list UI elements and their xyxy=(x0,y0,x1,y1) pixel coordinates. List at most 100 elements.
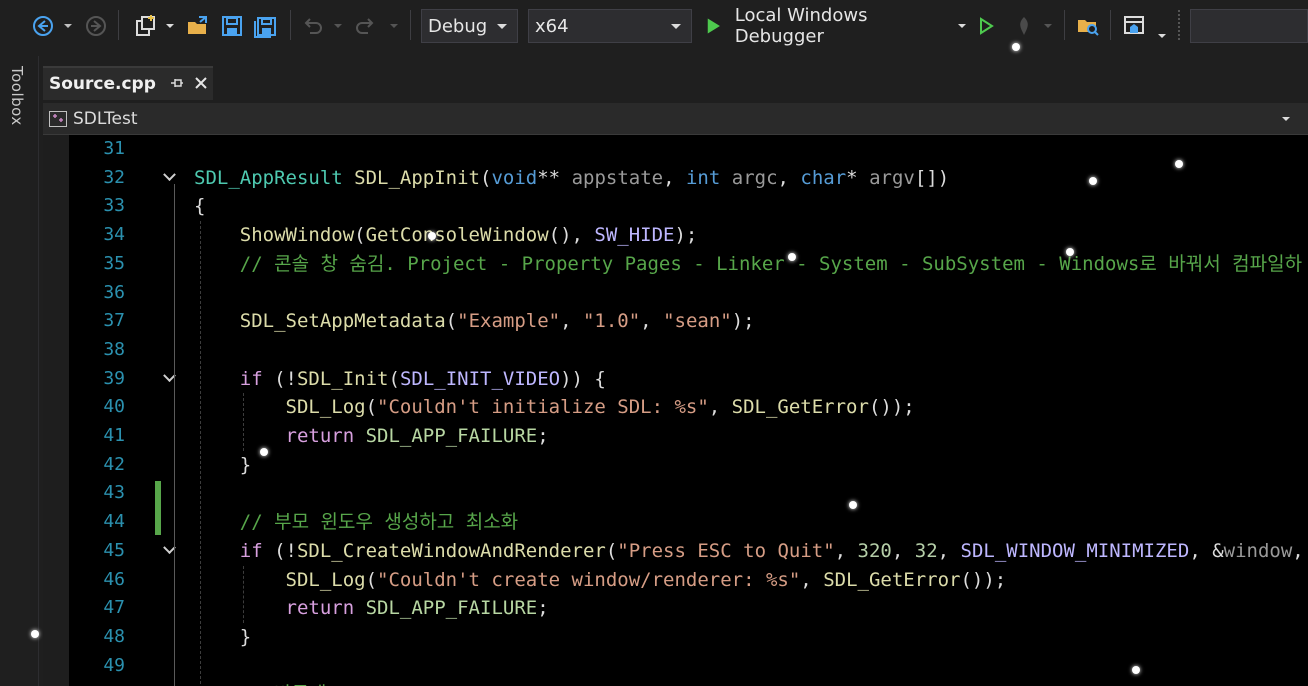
back-icon[interactable] xyxy=(30,6,56,46)
chevron-down-icon xyxy=(671,23,681,29)
configuration-dropdown[interactable]: Debug xyxy=(421,9,518,43)
line-number: 32 xyxy=(103,166,125,188)
code-line[interactable]: 46 SDL_Log("Couldn't create window/rende… xyxy=(43,566,1308,595)
close-icon[interactable] xyxy=(194,75,208,94)
forward-icon[interactable] xyxy=(84,6,108,46)
line-number: 34 xyxy=(103,224,125,246)
code-line[interactable]: 48 } xyxy=(43,623,1308,652)
new-project-icon[interactable] xyxy=(132,6,160,46)
snow-dot xyxy=(849,501,857,509)
undo-icon[interactable] xyxy=(300,6,326,46)
code-line[interactable]: 34 ShowWindow(GetConsoleWindow(), SW_HID… xyxy=(43,221,1308,250)
code-line[interactable]: 37 SDL_SetAppMetadata("Example", "1.0", … xyxy=(43,307,1308,336)
open-file-icon[interactable] xyxy=(184,6,212,46)
hot-reload-icon[interactable] xyxy=(1010,6,1038,46)
chevron-down-icon xyxy=(958,24,966,28)
code-line[interactable]: 31 xyxy=(43,135,1308,164)
redo-dropdown-icon[interactable] xyxy=(388,6,400,46)
toolbar-separator xyxy=(1064,10,1065,40)
code-text: // 바둑맨 코드 xyxy=(194,680,373,686)
code-editor[interactable]: 31 32 SDL_AppResult SDL_AppInit(void** app… xyxy=(43,135,1308,686)
pin-icon[interactable] xyxy=(170,75,184,94)
document-tab-bar: Source.cpp xyxy=(43,66,1308,100)
indent-guide xyxy=(243,393,244,451)
code-text: SDL_Log("Couldn't initialize SDL: %s", S… xyxy=(285,396,915,419)
undo-dropdown-icon[interactable] xyxy=(332,6,344,46)
line-number: 38 xyxy=(103,338,125,360)
toolbox-tab[interactable]: Toolbox xyxy=(8,66,26,126)
snow-dot xyxy=(1175,160,1183,168)
snow-dot xyxy=(1089,177,1097,185)
start-debug-button[interactable]: Local Windows Debugger xyxy=(704,5,966,47)
navigation-bar[interactable]: SDLTest xyxy=(43,103,1308,135)
back-dropdown-icon[interactable] xyxy=(62,6,74,46)
code-line[interactable]: 39 if (!SDL_Init(SDL_INIT_VIDEO)) { xyxy=(43,365,1308,394)
snow-dot xyxy=(31,630,39,638)
find-in-files-icon[interactable] xyxy=(1074,6,1102,46)
project-icon xyxy=(49,110,67,127)
code-text: if (!SDL_CreateWindowAndRenderer("Press … xyxy=(239,539,1304,562)
configuration-value: Debug xyxy=(428,15,488,37)
code-line[interactable]: 33 { xyxy=(43,192,1308,221)
start-without-debug-icon[interactable] xyxy=(974,6,998,46)
indent-guide xyxy=(243,565,244,623)
hot-reload-dropdown-icon[interactable] xyxy=(1042,6,1054,46)
snow-dot xyxy=(260,448,268,456)
code-line[interactable]: 43 xyxy=(43,479,1308,508)
toolbar-separator xyxy=(118,10,119,40)
save-all-icon[interactable] xyxy=(252,6,280,46)
fold-chevron-icon[interactable] xyxy=(165,173,174,182)
snow-dot xyxy=(1012,43,1020,51)
code-line[interactable]: 36 xyxy=(43,279,1308,308)
main-toolbar: Debug x64 Local Windows Debugger xyxy=(0,0,1308,56)
code-line[interactable]: 49 xyxy=(43,652,1308,681)
project-name: SDLTest xyxy=(73,108,138,129)
snow-dot xyxy=(1132,666,1140,674)
debugger-label: Local Windows Debugger xyxy=(734,5,868,47)
line-number: 46 xyxy=(103,568,125,590)
line-number: 36 xyxy=(103,281,125,303)
line-number: 43 xyxy=(103,482,125,504)
code-line[interactable]: 38 xyxy=(43,336,1308,365)
toolbar-separator xyxy=(1110,10,1111,40)
code-line[interactable]: 44 // 부모 윈도우 생성하고 최소화 xyxy=(43,508,1308,537)
code-line[interactable]: 50 // 바둑맨 코드 xyxy=(43,680,1308,686)
code-text: { xyxy=(194,195,206,218)
chevron-down-icon xyxy=(1282,116,1290,121)
line-number: 37 xyxy=(103,310,125,332)
code-text: ShowWindow(GetConsoleWindow(), SW_HIDE); xyxy=(239,224,698,247)
code-text: } xyxy=(194,625,252,648)
line-number: 41 xyxy=(103,425,125,446)
change-indicator xyxy=(155,481,161,535)
layout-dropdown-icon[interactable] xyxy=(1156,16,1168,56)
toolbar-separator xyxy=(410,10,411,40)
fold-chevron-icon[interactable] xyxy=(165,546,174,555)
save-icon[interactable] xyxy=(218,6,246,46)
line-number: 47 xyxy=(103,597,125,619)
code-line[interactable]: 45 if (!SDL_CreateWindowAndRenderer("Pre… xyxy=(43,537,1308,566)
left-dock-strip xyxy=(0,56,39,686)
tab-title: Source.cpp xyxy=(49,74,156,94)
new-dropdown-icon[interactable] xyxy=(164,6,176,46)
line-number: 39 xyxy=(103,367,125,389)
code-line[interactable]: 41 return SDL_APP_FAILURE; xyxy=(43,422,1308,451)
code-line[interactable]: 32 SDL_AppResult SDL_AppInit(void** appst… xyxy=(43,164,1308,193)
code-line[interactable]: 42 } xyxy=(43,451,1308,480)
layout-icon[interactable] xyxy=(1120,6,1148,46)
code-line[interactable]: 35 // 콘솔 창 숨김. Project - Property Pages … xyxy=(43,250,1308,279)
code-line[interactable]: 47 return SDL_APP_FAILURE; xyxy=(43,594,1308,623)
tab-source-cpp[interactable]: Source.cpp xyxy=(43,66,213,100)
code-text: SDL_Log("Couldn't create window/renderer… xyxy=(285,568,1007,591)
search-box[interactable] xyxy=(1190,9,1308,43)
indent-guide xyxy=(200,221,201,686)
line-number: 40 xyxy=(103,396,125,418)
snow-dot xyxy=(1066,248,1074,256)
line-number: 48 xyxy=(103,625,125,647)
platform-dropdown[interactable]: x64 xyxy=(528,9,692,43)
toolbar-gripper xyxy=(1178,10,1184,40)
redo-icon[interactable] xyxy=(352,6,378,46)
fold-chevron-icon[interactable] xyxy=(165,374,174,383)
code-line[interactable]: 40 SDL_Log("Couldn't initialize SDL: %s"… xyxy=(43,393,1308,422)
code-text: // 부모 윈도우 생성하고 최소화 xyxy=(239,511,519,534)
line-number: 49 xyxy=(103,654,125,676)
